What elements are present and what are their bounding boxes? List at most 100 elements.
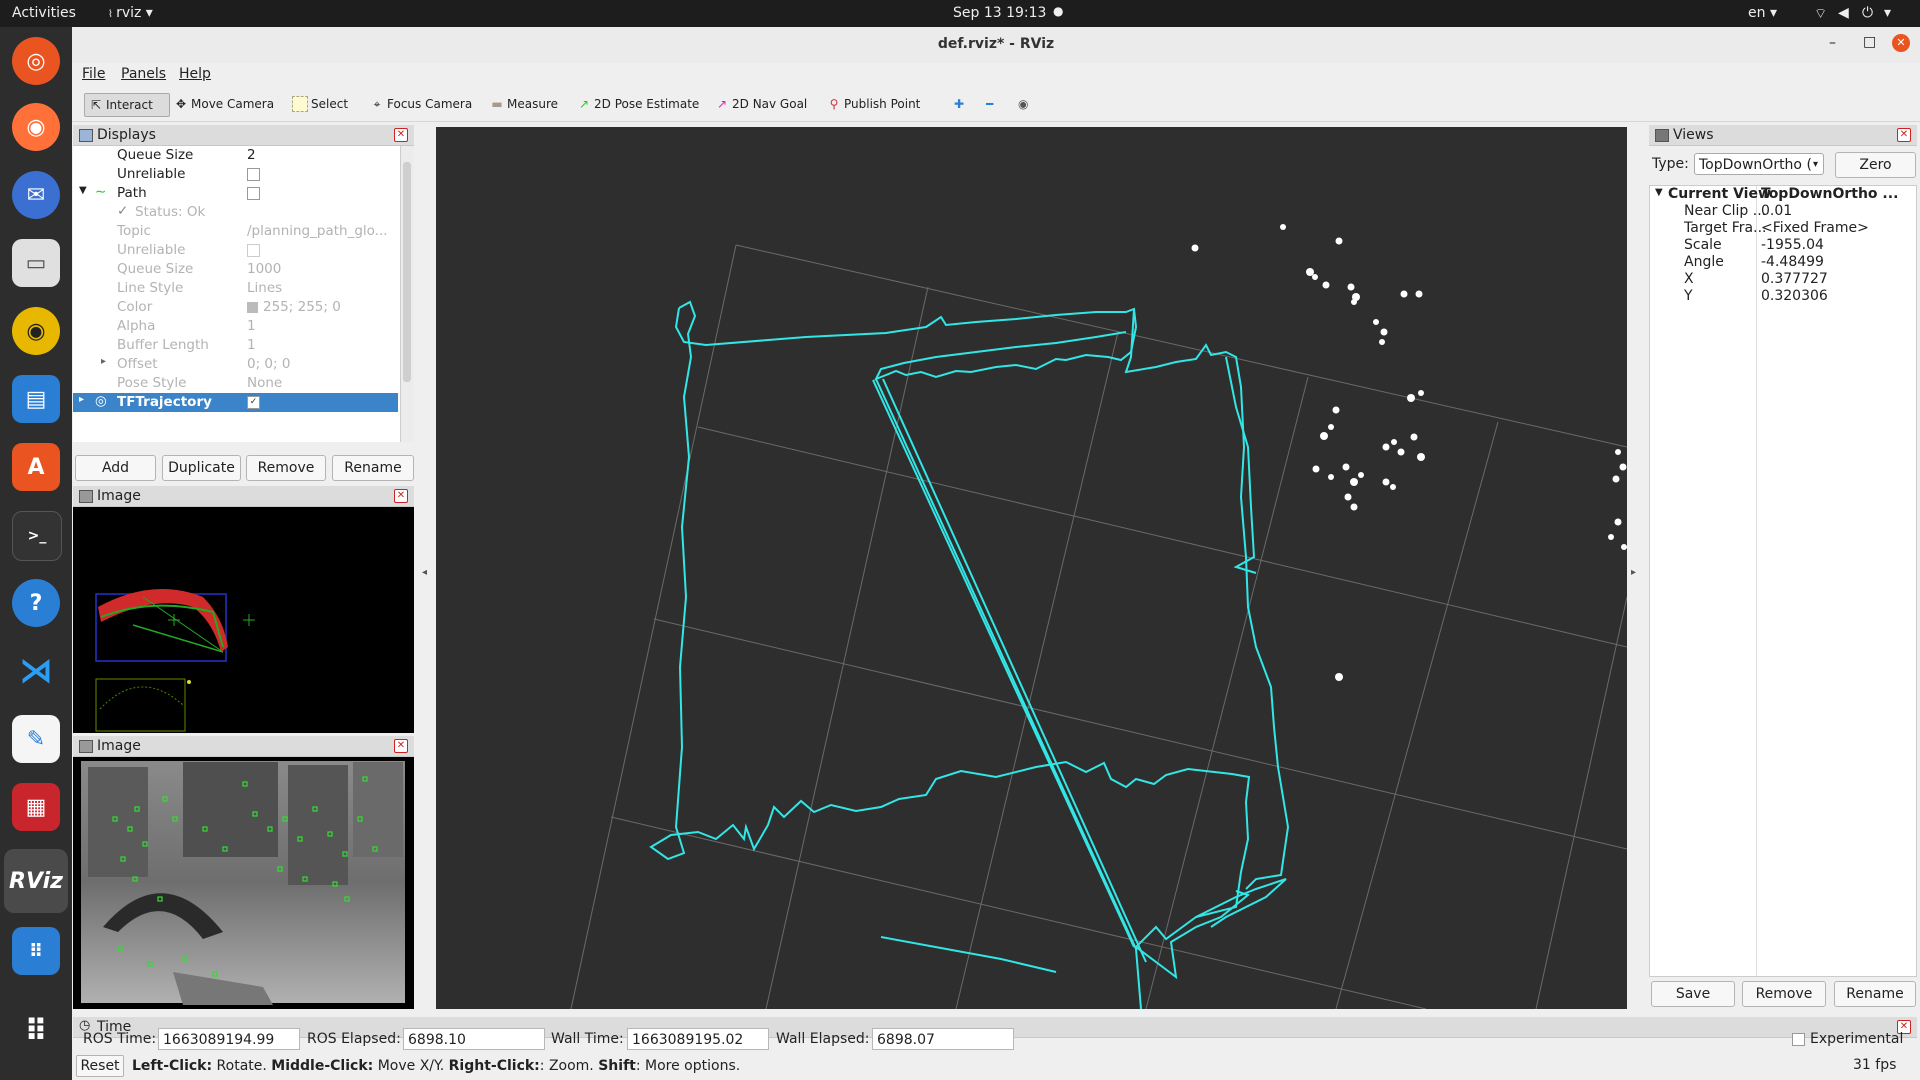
tree-row[interactable]: Queue Size 2 [73,146,398,165]
view-options-button[interactable]: ◉ [1014,93,1032,115]
tree-row-path[interactable]: ▼ ∼ Path [73,184,398,203]
close-panel-icon[interactable]: ✕ [394,739,408,753]
close-panel-icon[interactable]: ✕ [1897,128,1911,142]
image-view-map[interactable] [73,507,414,733]
volume-icon[interactable]: ◀ [1838,5,1849,21]
rviz-icon[interactable]: RViz [4,849,68,913]
displays-scrollbar[interactable] [400,146,414,442]
expand-arrow-icon[interactable]: ▸ [79,394,84,405]
close-panel-icon[interactable]: ✕ [394,489,408,503]
view-prop-key: Y [1684,288,1693,304]
add-tool-button[interactable]: ✚ [950,93,968,115]
rename-display-button[interactable]: Rename [332,455,414,481]
displays-tree: Queue Size 2 Unreliable ▼ ∼ Path ✓ Status… [73,146,400,442]
view-type-select[interactable]: TopDownOrtho ( ▾ [1694,153,1824,175]
zero-view-button[interactable]: Zero [1835,152,1916,178]
tree-row[interactable]: Line Style Lines [73,279,398,298]
menu-help[interactable]: Help [179,66,211,82]
remove-display-button[interactable]: Remove [246,455,326,481]
thunderbird-icon[interactable]: ✉ [12,171,60,219]
view-prop-value[interactable]: 0.01 [1761,203,1792,219]
remove-view-button[interactable]: Remove [1742,981,1826,1007]
firefox-icon[interactable]: ◉ [12,103,60,151]
view-prop-value[interactable]: -4.48499 [1761,254,1824,270]
tftrajectory-checkbox[interactable]: ✓ [247,395,260,409]
tree-row[interactable]: Color 255; 255; 0 [73,298,398,317]
grid-apps-icon[interactable]: ⠿ [12,927,60,975]
ubuntu-logo-icon[interactable]: ◎ [12,37,60,85]
minimize-button[interactable]: – [1829,35,1836,51]
move-camera-tool[interactable]: ✥ Move Camera [170,93,278,115]
view-prop-value[interactable]: 0.320306 [1761,288,1828,304]
maximize-button[interactable]: □ [1863,34,1876,50]
tree-row[interactable]: ✓ Status: Ok [73,203,398,222]
close-panel-icon[interactable]: ✕ [394,128,408,142]
nav-goal-tool[interactable]: ↗ 2D Nav Goal [711,93,811,115]
tree-row-tftrajectory[interactable]: ▸ ◎ TFTrajectory ✓ [73,393,398,412]
focus-camera-tool[interactable]: ⌖ Focus Camera [366,93,476,115]
tree-row[interactable]: Unreliable [73,241,398,260]
clock[interactable]: Sep 13 19:13 [953,5,1046,21]
rhythmbox-icon[interactable]: ◉ [12,307,60,355]
remove-tool-button[interactable]: ━ [982,93,997,115]
tree-row[interactable]: Queue Size 1000 [73,260,398,279]
power-icon[interactable]: ⏻ [1862,5,1873,21]
menu-file[interactable]: File [82,66,105,82]
render-viewport[interactable] [436,127,1628,1010]
tree-row[interactable]: ▸ Offset 0; 0; 0 [73,355,398,374]
add-display-button[interactable]: Add [75,455,156,481]
wall-time-field[interactable]: 1663089195.02 [627,1028,769,1050]
left-splitter[interactable]: ◂ [418,127,434,1009]
experimental-checkbox[interactable] [1792,1033,1805,1046]
text-editor-icon[interactable]: ✎ [12,715,60,763]
writer-icon[interactable]: ▤ [12,375,60,423]
scrollbar-thumb[interactable] [403,162,411,382]
tree-row[interactable]: Buffer Length 1 [73,336,398,355]
help-icon[interactable]: ? [12,579,60,627]
save-view-button[interactable]: Save [1651,981,1735,1007]
close-button[interactable]: ✕ [1892,34,1910,52]
ros-elapsed-field[interactable]: 6898.10 [403,1028,545,1050]
reset-button[interactable]: Reset [76,1055,124,1077]
ros-time-field[interactable]: 1663089194.99 [158,1028,300,1050]
view-prop-value[interactable]: <Fixed Frame> [1761,220,1869,236]
terminal-icon[interactable]: >_ [12,511,62,561]
expand-arrow-icon[interactable]: ▼ [1655,187,1663,198]
path-enable-checkbox[interactable] [247,186,260,200]
tree-row[interactable]: Unreliable [73,165,398,184]
show-apps-icon[interactable]: ⠿ [12,1007,60,1055]
image-view-camera[interactable] [73,757,414,1009]
collapse-right-icon[interactable]: ▸ [1631,567,1636,578]
interact-tool[interactable]: ⇱ Interact [84,93,170,117]
current-view-value[interactable]: TopDownOrtho ... [1761,186,1898,202]
publish-point-tool[interactable]: ⚲ Publish Point [823,93,924,115]
chevron-down-icon[interactable]: ▾ [1884,5,1891,21]
view-prop-value[interactable]: -1955.04 [1761,237,1824,253]
tree-row[interactable]: Alpha 1 [73,317,398,336]
wall-elapsed-field[interactable]: 6898.07 [872,1028,1014,1050]
menu-panels[interactable]: Panels [121,66,166,82]
network-icon[interactable]: ⌔ [1814,5,1827,23]
expand-arrow-icon[interactable]: ▼ [79,185,87,196]
right-splitter[interactable]: ▸ [1627,127,1643,1009]
tree-row[interactable]: Topic/planning_path_glo... [73,222,398,241]
files-icon[interactable]: ▭ [12,239,60,287]
unreliable-checkbox[interactable] [247,243,260,257]
app-menu[interactable]: ⌇ rviz ▾ [108,5,153,21]
activities-button[interactable]: Activities [12,5,76,21]
collapse-left-icon[interactable]: ◂ [422,567,427,578]
duplicate-display-button[interactable]: Duplicate [162,455,241,481]
app-center-icon[interactable]: A [12,443,60,491]
unreliable-checkbox[interactable] [247,167,260,181]
presentation-icon[interactable]: ▦ [12,783,60,831]
view-prop-value[interactable]: 0.377727 [1761,271,1828,287]
pose-estimate-tool[interactable]: ↗ 2D Pose Estimate [573,93,703,115]
measure-tool[interactable]: ▬ Measure [486,93,562,115]
select-tool[interactable]: Select [288,93,352,115]
color-swatch[interactable] [247,301,258,313]
input-language[interactable]: en ▾ [1748,5,1777,21]
vscode-icon[interactable]: ⋊ [12,647,60,695]
expand-arrow-icon[interactable]: ▸ [101,356,106,367]
rename-view-button[interactable]: Rename [1834,981,1916,1007]
tree-row[interactable]: Pose Style None [73,374,398,393]
